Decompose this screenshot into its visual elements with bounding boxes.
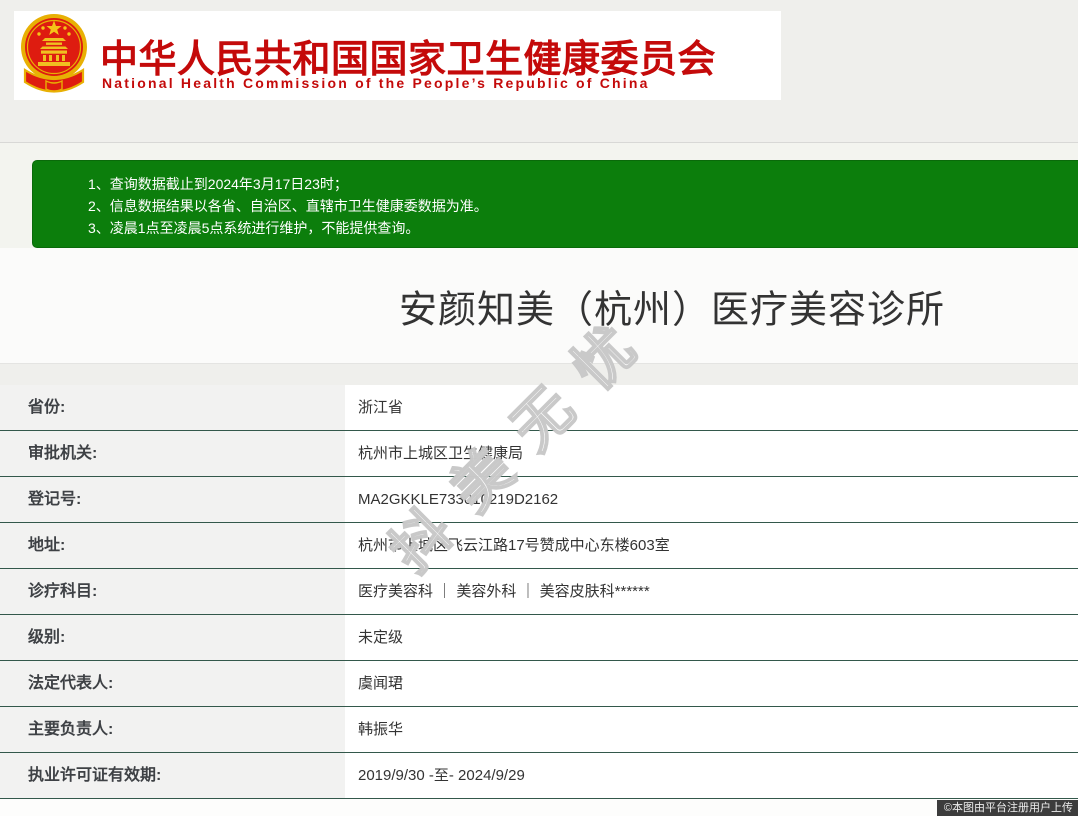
field-value: 杭州市上城区卫生健康局 [345, 431, 1078, 476]
national-emblem-icon [21, 14, 87, 93]
field-value: 2019/9/30 -至- 2024/9/29 [345, 753, 1078, 798]
table-row: 地址: 杭州市上城区飞云江路17号赞成中心东楼603室 [0, 523, 1078, 569]
upload-copyright-note: ©本图由平台注册用户上传 [936, 800, 1078, 816]
field-label: 省份: [0, 385, 345, 430]
field-label: 级别: [0, 615, 345, 660]
field-value: 浙江省 [345, 385, 1078, 430]
institution-name: 安颜知美（杭州）医疗美容诊所 [398, 289, 946, 331]
field-value: 未定级 [345, 615, 1078, 660]
field-value: MA2GKKLE733010219D2162 [345, 477, 1078, 522]
site-title-english: National Health Commission of the People… [102, 75, 650, 91]
field-value: 韩振华 [345, 707, 1078, 752]
table-row: 法定代表人: 虞闻珺 [0, 661, 1078, 707]
table-row: 执业许可证有效期: 2019/9/30 -至- 2024/9/29 [0, 753, 1078, 799]
field-label: 诊疗科目: [0, 569, 345, 614]
field-value: 医疗美容科 ｜ 美容外科 ｜ 美容皮肤科****** [345, 569, 1078, 614]
table-row: 级别: 未定级 [0, 615, 1078, 661]
field-label: 地址: [0, 523, 345, 568]
notice-line-2: 2、信息数据结果以各省、自治区、直辖市卫生健康委数据为准。 [88, 198, 488, 214]
table-row: 登记号: MA2GKKLE733010219D2162 [0, 477, 1078, 523]
notice-line-3: 3、凌晨1点至凌晨5点系统进行维护，不能提供查询。 [88, 220, 420, 236]
table-row: 诊疗科目: 医疗美容科 ｜ 美容外科 ｜ 美容皮肤科****** [0, 569, 1078, 615]
table-row: 主要负责人: 韩振华 [0, 707, 1078, 753]
field-label: 登记号: [0, 477, 345, 522]
field-label: 审批机关: [0, 431, 345, 476]
result-title-area: 安颜知美（杭州）医疗美容诊所 [0, 248, 1078, 363]
site-header: 中华人民共和国国家卫生健康委员会 National Health Commiss… [14, 11, 781, 100]
field-label: 执业许可证有效期: [0, 753, 345, 798]
field-label: 法定代表人: [0, 661, 345, 706]
site-header-area: 中华人民共和国国家卫生健康委员会 National Health Commiss… [0, 0, 1078, 143]
table-row: 省份: 浙江省 [0, 385, 1078, 431]
table-row: 审批机关: 杭州市上城区卫生健康局 [0, 431, 1078, 477]
query-result-page: 中华人民共和国国家卫生健康委员会 National Health Commiss… [0, 0, 1078, 816]
field-value: 虞闻珺 [345, 661, 1078, 706]
notice-area: 1、查询数据截止到2024年3月17日23时； 2、信息数据结果以各省、自治区、… [0, 143, 1078, 248]
bottom-strip: ©本图由平台注册用户上传 [0, 799, 1078, 816]
field-value: 杭州市上城区飞云江路17号赞成中心东楼603室 [345, 523, 1078, 568]
notice-line-1: 1、查询数据截止到2024年3月17日23时； [88, 176, 348, 192]
field-label: 主要负责人: [0, 707, 345, 752]
divider-band [0, 363, 1078, 385]
info-table: 省份: 浙江省 审批机关: 杭州市上城区卫生健康局 登记号: MA2GKKLE7… [0, 385, 1078, 799]
notice-box: 1、查询数据截止到2024年3月17日23时； 2、信息数据结果以各省、自治区、… [32, 160, 1078, 248]
